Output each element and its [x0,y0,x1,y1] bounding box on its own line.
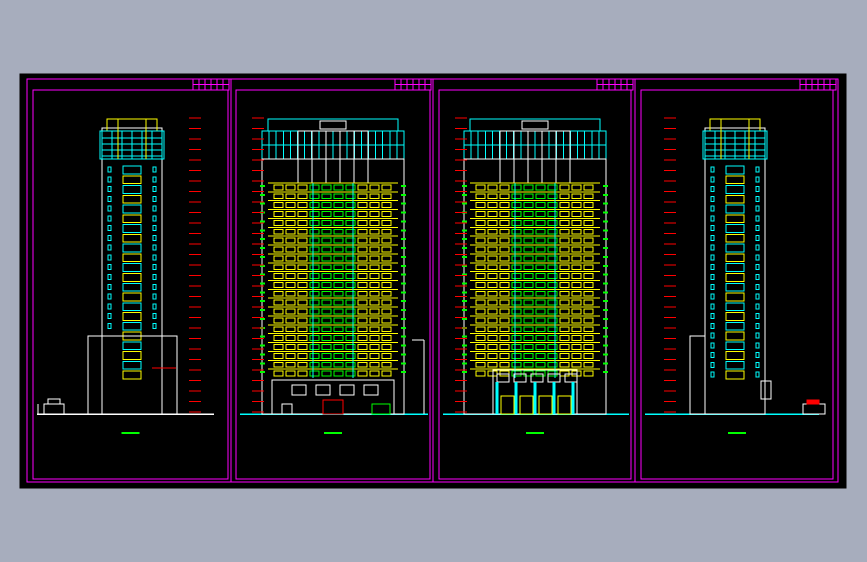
kiosk-roof [806,399,820,405]
cad-viewport[interactable] [0,0,867,562]
cad-drawing-canvas[interactable] [0,0,867,562]
